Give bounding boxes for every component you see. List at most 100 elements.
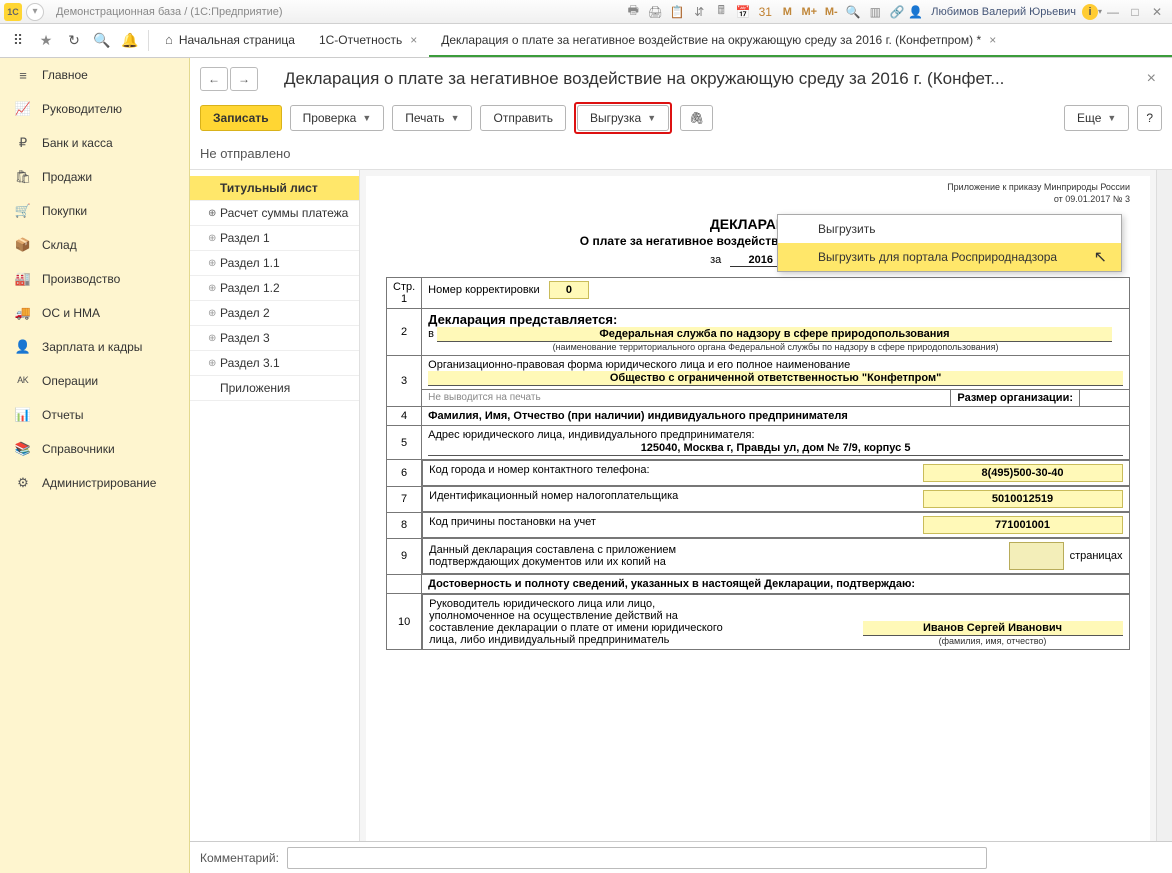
sidebar-item-label: Отчеты — [42, 408, 83, 422]
export-button[interactable]: Выгрузка▼ — [577, 105, 669, 131]
signer-note: (фамилия, имя, отчество) — [863, 636, 1123, 646]
sidebar-item-bank[interactable]: ₽Банк и касса — [0, 126, 189, 160]
calendar-icon[interactable]: 📅 — [734, 3, 752, 21]
nav-s12[interactable]: ⊕Раздел 1.2 — [190, 276, 359, 301]
cart-icon: 🛒 — [14, 203, 32, 219]
clipboard-icon[interactable]: 📋 — [668, 3, 686, 21]
close-page-button[interactable]: × — [1141, 70, 1162, 88]
print-button[interactable]: Печать▼ — [392, 105, 472, 131]
attach-button[interactable]: 🖇 — [680, 105, 713, 131]
phone-field[interactable]: 8(495)500-30-40 — [923, 464, 1123, 482]
nav-calc[interactable]: ⊕Расчет суммы платежа — [190, 201, 359, 226]
kpp-field[interactable]: 771001001 — [923, 516, 1123, 534]
close-window-button[interactable]: ✕ — [1146, 3, 1168, 21]
close-icon[interactable]: × — [410, 33, 417, 47]
info-icon[interactable]: i — [1082, 4, 1098, 20]
save-button[interactable]: Записать — [200, 105, 282, 131]
nav-s31[interactable]: ⊕Раздел 3.1 — [190, 351, 359, 376]
sidebar-item-warehouse[interactable]: 📦Склад — [0, 228, 189, 262]
cursor-icon: ↖ — [1094, 247, 1107, 267]
tab-declaration[interactable]: Декларация о плате за негативное воздейс… — [429, 24, 1172, 57]
forward-button[interactable]: → — [230, 67, 258, 91]
signer-field[interactable]: Иванов Сергей Иванович — [863, 621, 1123, 636]
truck-icon: 🚚 — [14, 305, 32, 321]
status-text: Не отправлено — [190, 142, 1172, 169]
sidebar-item-label: Главное — [42, 68, 88, 82]
m-button[interactable]: M — [778, 3, 796, 21]
m-minus-button[interactable]: M- — [822, 3, 840, 21]
row-6: Код города и номер контактного телефона:… — [422, 460, 1129, 486]
form-sheet: Приложение к приказу Минприроды России о… — [366, 176, 1150, 841]
maximize-button[interactable]: □ — [1124, 3, 1146, 21]
sidebar-item-manager[interactable]: 📈Руководителю — [0, 92, 189, 126]
sidebar-item-assets[interactable]: 🚚ОС и НМА — [0, 296, 189, 330]
authority-field[interactable]: Федеральная служба по надзору в сфере пр… — [437, 327, 1112, 342]
nav-s3[interactable]: ⊕Раздел 3 — [190, 326, 359, 351]
row-3: Организационно-правовая форма юридическо… — [422, 356, 1130, 407]
nav-label: Раздел 1 — [220, 231, 270, 245]
back-button[interactable]: ← — [200, 67, 228, 91]
tab-home[interactable]: ⌂ Начальная страница — [153, 24, 307, 57]
sidebar-item-references[interactable]: 📚Справочники — [0, 432, 189, 466]
books-icon: 📚 — [14, 441, 32, 457]
sidebar-item-purchases[interactable]: 🛒Покупки — [0, 194, 189, 228]
sidebar-item-label: Банк и касса — [42, 136, 113, 150]
vertical-scrollbar[interactable] — [1156, 170, 1172, 841]
window-titlebar: 1С ▾ Демонстрационная база / (1С:Предпри… — [0, 0, 1172, 24]
link-icon[interactable]: 🔗 — [888, 3, 906, 21]
correction-number-field[interactable]: 0 — [549, 281, 589, 299]
export-item-rpn[interactable]: Выгрузить для портала Росприроднадзора ↖ — [778, 243, 1121, 271]
sidebar-item-reports[interactable]: 📊Отчеты — [0, 398, 189, 432]
nav-title-page[interactable]: ⊕Титульный лист — [190, 176, 359, 201]
titlebar-back-button[interactable]: ▾ — [26, 3, 44, 21]
inn-field[interactable]: 5010012519 — [923, 490, 1123, 508]
apps-icon[interactable]: ⠿ — [4, 24, 32, 57]
pages-field[interactable] — [1009, 542, 1064, 570]
check-button[interactable]: Проверка▼ — [290, 105, 385, 131]
compare-icon[interactable]: ⇵ — [690, 3, 708, 21]
m-plus-button[interactable]: M+ — [800, 3, 818, 21]
printer-icon[interactable]: 🖨 — [646, 3, 664, 21]
row-9: Данный декларация составлена с приложени… — [422, 538, 1129, 574]
help-button[interactable]: ? — [1137, 105, 1162, 131]
calc-icon[interactable]: 🖩 — [712, 3, 730, 21]
export-item-plain[interactable]: Выгрузить — [778, 215, 1121, 243]
row-4: Фамилия, Имя, Отчество (при наличии) инд… — [422, 407, 1130, 426]
history-icon[interactable]: ↻ — [60, 24, 88, 57]
tab-reporting[interactable]: 1С-Отчетность × — [307, 24, 429, 57]
sidebar-item-sales[interactable]: 🛍Продажи — [0, 160, 189, 194]
nav-label: Раздел 1.1 — [220, 256, 280, 270]
comment-input[interactable] — [287, 847, 987, 869]
minimize-button[interactable]: — — [1102, 3, 1124, 21]
nav-s11[interactable]: ⊕Раздел 1.1 — [190, 251, 359, 276]
nav-s1[interactable]: ⊕Раздел 1 — [190, 226, 359, 251]
user-icon: 👤 — [908, 5, 923, 19]
sidebar-item-main[interactable]: ≡Главное — [0, 58, 189, 92]
zoom-in-icon[interactable]: 🔍 — [844, 3, 862, 21]
chevron-down-icon: ▼ — [362, 113, 371, 123]
favorites-icon[interactable]: ★ — [32, 24, 60, 57]
sidebar-item-label: Продажи — [42, 170, 92, 184]
nav-s2[interactable]: ⊕Раздел 2 — [190, 301, 359, 326]
sidebar-item-admin[interactable]: ⚙Администрирование — [0, 466, 189, 500]
more-button[interactable]: Еще▼ — [1064, 105, 1129, 131]
sidebar-item-production[interactable]: 🏭Производство — [0, 262, 189, 296]
print-icon[interactable]: 🖶 — [624, 3, 642, 21]
sidebar-item-label: Зарплата и кадры — [42, 340, 142, 354]
form-table: Стр.1 Номер корректировки 0 2 Декларация… — [386, 277, 1130, 650]
sidebar-item-label: Склад — [42, 238, 77, 252]
close-icon[interactable]: × — [989, 33, 996, 47]
sidebar-item-operations[interactable]: ᴬᴷОперации — [0, 364, 189, 398]
date-icon[interactable]: 31 — [756, 3, 774, 21]
nav-apps[interactable]: ⊕Приложения — [190, 376, 359, 401]
user-name[interactable]: Любимов Валерий Юрьевич — [931, 6, 1076, 18]
bell-icon[interactable]: 🔔 — [116, 24, 144, 57]
window-list-icon[interactable]: ▥ — [866, 3, 884, 21]
search-icon[interactable]: 🔍 — [88, 24, 116, 57]
send-button[interactable]: Отправить — [480, 105, 566, 131]
export-highlight: Выгрузка▼ — [574, 102, 672, 134]
sidebar-item-label: Руководителю — [42, 102, 122, 116]
row-5: Адрес юридического лица, индивидуального… — [422, 426, 1130, 460]
sidebar-item-hr[interactable]: 👤Зарплата и кадры — [0, 330, 189, 364]
org-name-field[interactable]: Общество с ограниченной ответственностью… — [428, 371, 1123, 386]
